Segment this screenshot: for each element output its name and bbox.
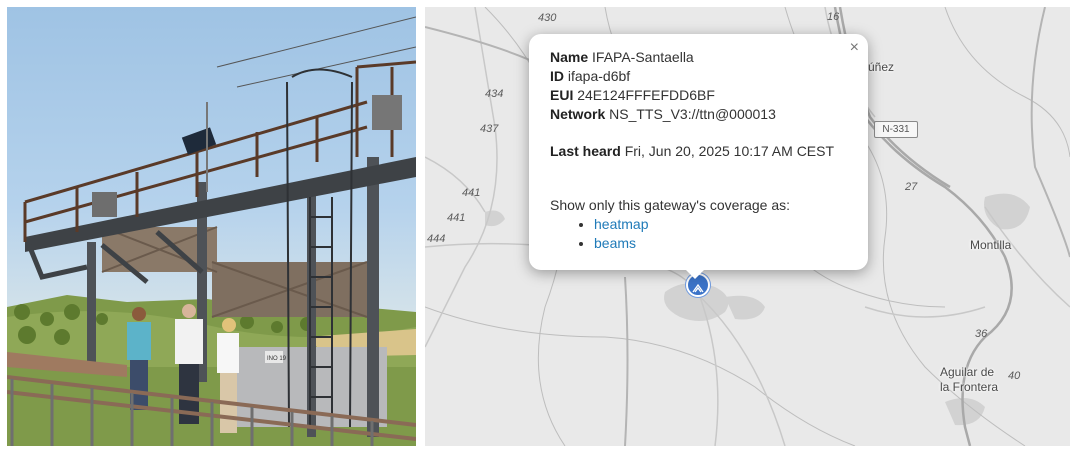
road-number-36: 36	[975, 328, 988, 340]
popup-row-id: ID ifapa-d6bf	[550, 67, 834, 86]
town-label-aguilar-1: Aguilar de	[940, 365, 995, 379]
road-number-430: 430	[538, 12, 557, 24]
town-label-aguilar-2: la Frontera	[940, 380, 999, 394]
name-value: IFAPA-Santaella	[592, 49, 694, 65]
road-number-434: 434	[485, 88, 504, 100]
popup-row-name: Name IFAPA-Santaella	[550, 48, 834, 67]
road-number-16: 16	[827, 11, 840, 23]
eui-label: EUI	[550, 87, 574, 103]
last-heard-label: Last heard	[550, 143, 621, 159]
popup-row-last-heard: Last heard Fri, Jun 20, 2025 10:17 AM CE…	[550, 142, 834, 161]
eui-value: 24E124FFFEFDD6BF	[577, 87, 715, 103]
radio-tower-icon	[692, 280, 704, 293]
town-label-montilla: Montilla	[970, 238, 1012, 252]
road-number-441-a: 441	[462, 187, 481, 199]
gateway-popup: × Name IFAPA-Santaella ID ifapa-d6bf EUI…	[529, 34, 868, 270]
last-heard-value: Fri, Jun 20, 2025 10:17 AM CEST	[624, 143, 835, 159]
site-photo-illustration: INO 19	[7, 16, 416, 446]
highway-shield-n331: N-331	[874, 121, 918, 138]
road-number-444: 444	[427, 233, 446, 245]
coverage-prompt: Show only this gateway's coverage as:	[550, 197, 791, 213]
heatmap-link[interactable]: heatmap	[594, 216, 648, 232]
road-number-40: 40	[1008, 370, 1021, 382]
name-label: Name	[550, 49, 589, 65]
coverage-link-item: heatmap	[594, 215, 834, 234]
road-number-441-b: 441	[447, 212, 466, 224]
popup-row-network: Network NS_TTS_V3://ttn@000013	[550, 105, 834, 124]
road-number-437: 437	[480, 123, 499, 135]
popup-content: Name IFAPA-Santaella ID ifapa-d6bf EUI 2…	[550, 48, 834, 253]
id-label: ID	[550, 68, 564, 84]
close-icon[interactable]: ×	[850, 39, 859, 57]
coverage-links: heatmap beams	[550, 215, 834, 253]
network-value: NS_TTS_V3://ttn@000013	[609, 106, 776, 122]
gate-sign-text: INO 19	[267, 356, 287, 362]
popup-tip	[685, 269, 705, 279]
popup-row-eui: EUI 24E124FFFEFDD6BF	[550, 86, 834, 105]
town-label-nunez: úñez	[868, 60, 895, 74]
network-label: Network	[550, 106, 606, 122]
road-number-27: 27	[905, 181, 918, 193]
beams-link[interactable]: beams	[594, 235, 636, 251]
coverage-link-item: beams	[594, 234, 834, 253]
site-photo: INO 19	[7, 7, 416, 446]
coverage-map[interactable]: 430 16 434 437 441 441 444 27 36 40 N-33…	[425, 7, 1070, 446]
id-value: ifapa-d6bf	[567, 68, 631, 84]
